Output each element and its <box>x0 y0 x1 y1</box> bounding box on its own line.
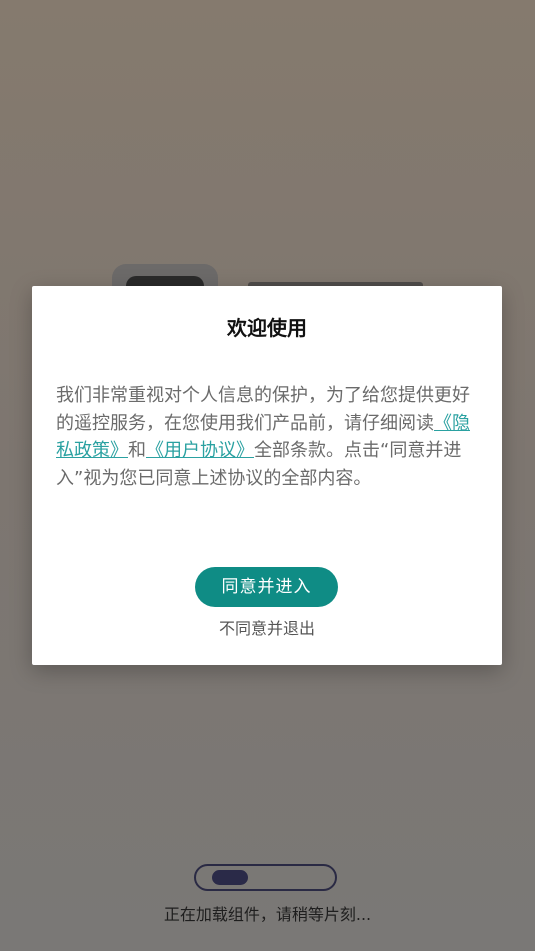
loading-progress-fill <box>212 870 248 885</box>
agree-enter-button[interactable]: 同意并进入 <box>195 567 338 607</box>
loading-progress-bar <box>194 864 337 891</box>
dialog-title: 欢迎使用 <box>227 316 307 340</box>
loading-status-text: 正在加载组件，请稍等片刻... <box>163 905 372 924</box>
dialog-message-and: 和 <box>128 440 146 461</box>
disagree-exit-button[interactable]: 不同意并退出 <box>32 618 502 640</box>
dialog-message: 我们非常重视对个人信息的保护，为了给您提供更好的遥控服务，在您使用我们产品前，请… <box>56 382 480 492</box>
user-agreement-link[interactable]: 《用户协议》 <box>146 440 254 461</box>
dialog-message-part1: 我们非常重视对个人信息的保护，为了给您提供更好的遥控服务，在您使用我们产品前，请… <box>56 385 470 434</box>
privacy-dialog: 欢迎使用 我们非常重视对个人信息的保护，为了给您提供更好的遥控服务，在您使用我们… <box>32 286 502 665</box>
